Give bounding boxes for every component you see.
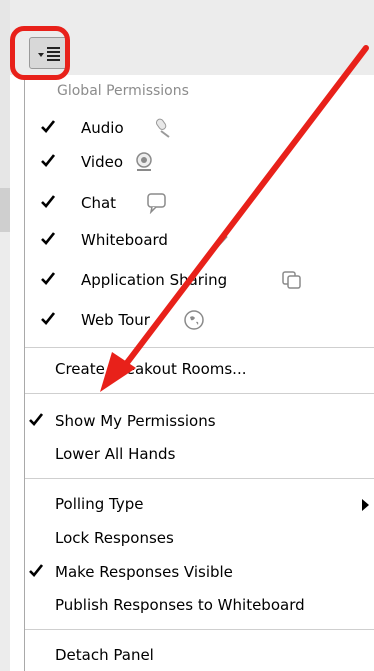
pencil-icon: [209, 229, 231, 251]
submenu-arrow-icon: [362, 499, 369, 511]
menu-separator: [25, 393, 374, 394]
menu-item-label: Video: [81, 153, 124, 171]
menu-item-label: Chat: [81, 194, 117, 212]
menu-item-make-responses-visible[interactable]: Make Responses Visible: [25, 557, 374, 587]
menu-item-label: Publish Responses to Whiteboard: [55, 596, 305, 614]
window-edge-band: [0, 232, 10, 671]
globe-icon: [183, 309, 205, 331]
menu-item-application-sharing[interactable]: Application Sharing: [25, 265, 374, 295]
menu-separator: [25, 478, 374, 479]
menu-item-label: Lock Responses: [55, 529, 174, 547]
checkmark-icon: [41, 312, 57, 326]
menu-separator: [25, 629, 374, 630]
menu-item-label: Show My Permissions: [55, 412, 216, 430]
checkmark-icon: [41, 154, 57, 168]
menu-item-lower-all-hands[interactable]: Lower All Hands: [25, 439, 374, 469]
menu-item-show-my-permissions[interactable]: Show My Permissions: [25, 406, 374, 436]
checkmark-icon: [29, 564, 45, 578]
checkmark-icon: [29, 413, 45, 427]
window-edge-band: [0, 188, 10, 232]
window-edge-band: [0, 0, 10, 188]
menu-item-web-tour[interactable]: Web Tour: [25, 305, 374, 335]
options-dropdown-menu: Global Permissions Audio Video Chat Whit…: [24, 75, 374, 671]
app-share-icon: [281, 269, 303, 291]
menu-item-label: Audio: [81, 119, 124, 137]
chat-bubble-icon: [146, 192, 168, 215]
menu-item-label: Lower All Hands: [55, 445, 176, 463]
menu-item-chat[interactable]: Chat: [25, 188, 374, 218]
menu-item-video[interactable]: Video: [25, 147, 374, 177]
menu-item-publish-responses[interactable]: Publish Responses to Whiteboard: [25, 590, 374, 620]
menu-item-label: Application Sharing: [81, 271, 228, 289]
menu-item-label: Web Tour: [81, 311, 150, 329]
menu-item-detach-panel[interactable]: Detach Panel: [25, 640, 374, 670]
menu-item-label: Create Breakout Rooms...: [55, 360, 247, 378]
menu-item-label: Make Responses Visible: [55, 563, 233, 581]
menu-separator: [25, 347, 374, 348]
checkmark-icon: [41, 195, 57, 209]
webcam-icon: [133, 151, 155, 173]
menu-item-polling-type[interactable]: Polling Type: [25, 489, 374, 519]
checkmark-icon: [41, 272, 57, 286]
menu-item-whiteboard[interactable]: Whiteboard: [25, 225, 374, 255]
checkmark-icon: [41, 232, 57, 246]
menu-item-create-breakout-rooms[interactable]: Create Breakout Rooms...: [25, 354, 374, 384]
annotation-highlight-circle: [10, 26, 70, 80]
menu-item-label: Polling Type: [55, 495, 144, 513]
background-window-edge: [0, 0, 10, 671]
menu-item-label: Detach Panel: [55, 646, 154, 664]
checkmark-icon: [41, 120, 57, 134]
menu-item-label: Whiteboard: [81, 231, 168, 249]
menu-item-audio[interactable]: Audio: [25, 113, 374, 143]
menu-item-lock-responses[interactable]: Lock Responses: [25, 523, 374, 553]
global-permissions-heading: Global Permissions: [57, 83, 189, 99]
microphone-icon: [153, 117, 175, 139]
